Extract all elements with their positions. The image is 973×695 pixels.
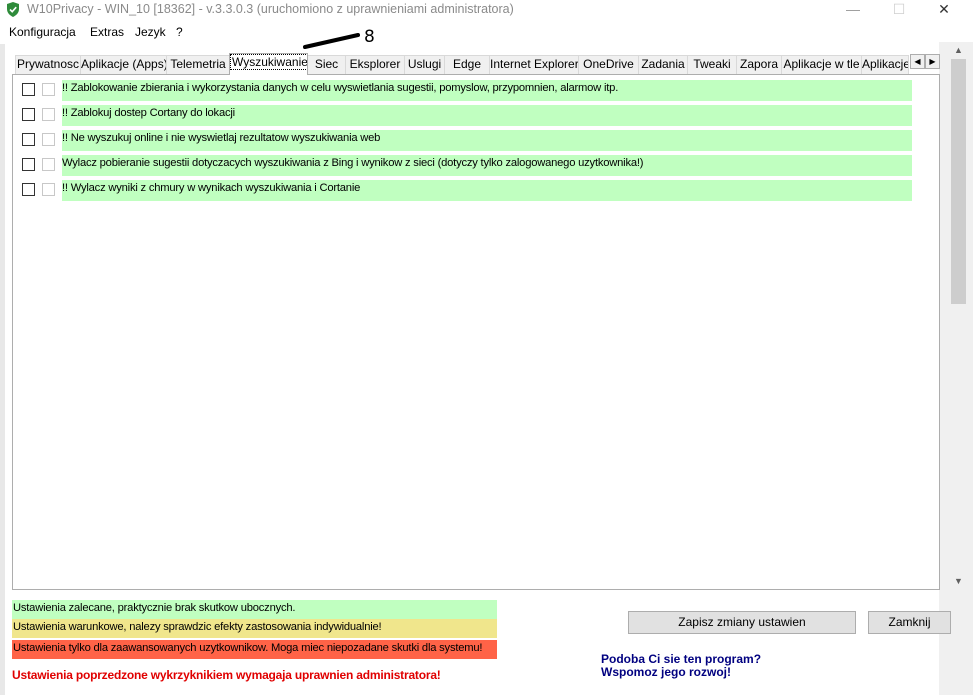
menu-jezyk[interactable]: Jezyk [135,25,166,39]
setting-label: !! Wylacz wyniki z chmury w wynikach wys… [62,180,912,201]
tab-aplikacje-w-tle[interactable]: Aplikacje w tle [781,55,862,74]
setting-checkbox-user[interactable] [42,83,55,96]
tab-zadania[interactable]: Zadania [638,55,688,74]
tab-edge[interactable]: Edge [444,55,490,74]
setting-checkbox-user[interactable] [42,158,55,171]
setting-label: !! Ne wyszukuj online i nie wyswietlaj r… [62,130,912,151]
left-border [0,44,5,695]
menu-bar: Konfiguracja Extras Jezyk ? [0,22,973,42]
menu-help[interactable]: ? [176,25,183,39]
menu-konfiguracja[interactable]: Konfiguracja [9,25,76,39]
window-title: W10Privacy - WIN_10 [18362] - v.3.3.0.3 … [27,2,514,16]
legend-recommended: Ustawienia zalecane, praktycznie brak sk… [12,600,497,619]
setting-row: Wylacz pobieranie sugestii dotyczacych w… [22,155,912,176]
setting-row: !! Ne wyszukuj online i nie wyswietlaj r… [22,130,912,151]
menu-extras[interactable]: Extras [90,25,124,39]
setting-row: !! Zablokowanie zbierania i wykorzystani… [22,80,912,101]
tab-onedrive[interactable]: OneDrive [578,55,639,74]
support-link[interactable]: Wspomoz jego rozwoj! [601,665,731,679]
tab-zapora[interactable]: Zapora [736,55,782,74]
tab-eksplorer[interactable]: Eksplorer [345,55,405,74]
tab-siec[interactable]: Siec [307,55,346,74]
setting-label: !! Zablokuj dostep Cortany do lokacji [62,105,912,126]
close-window-button[interactable]: ✕ [921,0,967,20]
tab-tweaki[interactable]: Tweaki [687,55,737,74]
setting-checkbox[interactable] [22,108,35,121]
scroll-up-icon[interactable]: ▲ [950,42,967,59]
annotation-mark: 8 [303,27,383,54]
setting-label: !! Zablokowanie zbierania i wykorzystani… [62,80,912,101]
background-window-fragment [967,110,973,124]
maximize-button[interactable]: ☐ [876,0,922,20]
setting-checkbox[interactable] [22,133,35,146]
setting-row: !! Wylacz wyniki z chmury w wynikach wys… [22,180,912,201]
support-question[interactable]: Podoba Ci sie ten program? [601,652,761,666]
legend-advanced: Ustawienia tylko dla zaawansowanych uzyt… [12,640,497,659]
tab-aplikacje-apps[interactable]: Aplikacje (Apps) [80,55,167,74]
annotation-stroke [303,33,360,49]
close-button[interactable]: Zamknij [868,611,951,634]
setting-checkbox[interactable] [22,183,35,196]
annotation-number: 8 [364,27,375,47]
save-button[interactable]: Zapisz zmiany ustawien [628,611,856,634]
scrollbar-thumb[interactable] [951,59,966,304]
title-bar: W10Privacy - WIN_10 [18362] - v.3.3.0.3 … [0,0,973,20]
tab-scroll-left-icon[interactable]: ◀ [910,54,925,69]
tab-prywatnosc[interactable]: Prywatnosc [15,55,81,74]
setting-checkbox-user[interactable] [42,133,55,146]
setting-row: !! Zablokuj dostep Cortany do lokacji [22,105,912,126]
tab-strip: Prywatnosc Aplikacje (Apps) Telemetria W… [12,53,940,75]
tab-panel [12,74,940,590]
tab-uslugi[interactable]: Uslugi [404,55,445,74]
tab-telemetria[interactable]: Telemetria [166,55,230,74]
setting-checkbox[interactable] [22,83,35,96]
tab-wyszukiwanie[interactable]: Wyszukiwanie [229,53,308,75]
tab-aplikacje-more[interactable]: Aplikacje [861,55,909,74]
setting-checkbox-user[interactable] [42,183,55,196]
legend-conditional: Ustawienia warunkowe, nalezy sprawdzic e… [12,619,497,638]
minimize-button[interactable]: — [830,0,876,20]
setting-checkbox[interactable] [22,158,35,171]
scroll-down-icon[interactable]: ▼ [950,573,967,590]
admin-note: Ustawienia poprzedzone wykrzyknikiem wym… [12,668,441,682]
setting-label: Wylacz pobieranie sugestii dotyczacych w… [62,155,912,176]
tab-internet-explorer[interactable]: Internet Explorer [489,55,579,74]
shield-icon [7,2,19,17]
vertical-scrollbar[interactable]: ▲ ▼ [950,42,967,590]
tab-scroll-right-icon[interactable]: ▶ [925,54,940,69]
setting-checkbox-user[interactable] [42,108,55,121]
